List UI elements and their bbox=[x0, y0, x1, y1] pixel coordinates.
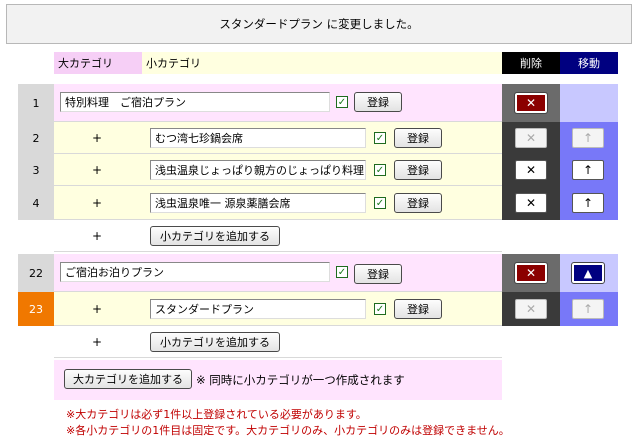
table-row: + スタンダードプラン ✓ 登録 bbox=[54, 292, 502, 326]
add-large-row: 大カテゴリを追加する ※ 同時に小カテゴリが一つ作成されます bbox=[54, 360, 502, 400]
large-category-name-input[interactable]: ご宿泊お泊りプラン bbox=[60, 262, 330, 282]
delete-cell: ✕ bbox=[502, 186, 560, 220]
row-number: 4 bbox=[18, 186, 54, 220]
table-row: ご宿泊お泊りプラン ✓ 登録 bbox=[54, 254, 502, 292]
header-move: 移動 bbox=[560, 52, 618, 74]
small-category-name-input[interactable]: 浅虫温泉唯一 源泉薬膳会席 bbox=[150, 193, 366, 213]
table-row: 特別料理 ご宿泊プラン ✓ 登録 bbox=[54, 84, 502, 122]
register-button[interactable]: 登録 bbox=[394, 160, 442, 180]
row-number: 2 bbox=[18, 122, 54, 154]
row-number: 1 bbox=[18, 84, 54, 122]
plus-sign: + bbox=[91, 163, 103, 177]
display-checkbox[interactable]: ✓ bbox=[374, 164, 386, 176]
plus-sign: + bbox=[91, 196, 103, 210]
small-category-name-input[interactable]: スタンダードプラン bbox=[150, 299, 366, 319]
move-cell: ▲ bbox=[560, 254, 618, 292]
row-number: 23 bbox=[18, 292, 54, 326]
plus-sign: + bbox=[91, 302, 103, 316]
footer-note: ※大カテゴリは必ず1件以上登録されている必要があります。 bbox=[66, 408, 367, 421]
status-message: スタンダードプラン に変更しました。 bbox=[6, 4, 632, 44]
delete-icon: ✕ bbox=[515, 128, 547, 148]
table-row: + むつ湾七珍鍋会席 ✓ 登録 bbox=[54, 122, 502, 154]
move-cell: ↑ bbox=[560, 292, 618, 326]
delete-icon: ✕ bbox=[515, 299, 547, 319]
delete-cell: ✕ bbox=[502, 154, 560, 186]
display-checkbox[interactable]: ✓ bbox=[336, 266, 348, 278]
add-small-category-button[interactable]: 小カテゴリを追加する bbox=[150, 226, 280, 246]
register-button[interactable]: 登録 bbox=[394, 128, 442, 148]
move-up-triangle-icon[interactable]: ▲ bbox=[571, 262, 605, 284]
display-checkbox[interactable]: ✓ bbox=[336, 96, 348, 108]
row-number: 3 bbox=[18, 154, 54, 186]
register-button[interactable]: 登録 bbox=[394, 299, 442, 319]
display-checkbox[interactable]: ✓ bbox=[374, 303, 386, 315]
register-button[interactable]: 登録 bbox=[394, 193, 442, 213]
plus-sign: + bbox=[91, 335, 103, 349]
delete-icon[interactable]: ✕ bbox=[514, 262, 548, 284]
row-number: 22 bbox=[18, 254, 54, 292]
up-arrow-icon[interactable]: ↑ bbox=[572, 160, 604, 180]
delete-icon[interactable]: ✕ bbox=[515, 160, 547, 180]
small-category-name-input[interactable]: むつ湾七珍鍋会席 bbox=[150, 128, 366, 148]
display-checkbox[interactable]: ✓ bbox=[374, 197, 386, 209]
header-large-category: 大カテゴリ bbox=[54, 52, 142, 74]
plus-sign: + bbox=[91, 229, 103, 243]
move-cell bbox=[560, 84, 618, 122]
move-cell: ↑ bbox=[560, 122, 618, 154]
table-row: + 小カテゴリを追加する bbox=[54, 220, 502, 252]
table-row: + 浅虫温泉じょっぱり親方のじょっぱり料理 ✓ 登録 bbox=[54, 154, 502, 186]
footer-note: ※各小カテゴリの1件目は固定です。大カテゴリのみ、小カテゴリのみは登録できません… bbox=[66, 424, 510, 437]
delete-cell: ✕ bbox=[502, 84, 560, 122]
add-large-category-button[interactable]: 大カテゴリを追加する bbox=[64, 369, 192, 389]
register-button[interactable]: 登録 bbox=[354, 264, 402, 284]
header-small-category: 小カテゴリ bbox=[142, 52, 502, 74]
table-row: + 小カテゴリを追加する bbox=[54, 326, 502, 358]
small-category-name-input[interactable]: 浅虫温泉じょっぱり親方のじょっぱり料理 bbox=[150, 160, 366, 180]
header-delete: 削除 bbox=[502, 52, 560, 74]
delete-cell: ✕ bbox=[502, 122, 560, 154]
delete-icon[interactable]: ✕ bbox=[514, 92, 548, 114]
register-button[interactable]: 登録 bbox=[354, 92, 402, 112]
up-arrow-icon: ↑ bbox=[572, 299, 604, 319]
delete-icon[interactable]: ✕ bbox=[515, 193, 547, 213]
delete-cell: ✕ bbox=[502, 254, 560, 292]
large-category-name-input[interactable]: 特別料理 ご宿泊プラン bbox=[60, 92, 330, 112]
move-cell: ↑ bbox=[560, 186, 618, 220]
plus-sign: + bbox=[91, 131, 103, 145]
add-small-category-button[interactable]: 小カテゴリを追加する bbox=[150, 332, 280, 352]
move-cell: ↑ bbox=[560, 154, 618, 186]
display-checkbox[interactable]: ✓ bbox=[374, 132, 386, 144]
up-arrow-icon[interactable]: ↑ bbox=[572, 193, 604, 213]
up-arrow-icon: ↑ bbox=[572, 128, 604, 148]
table-row: + 浅虫温泉唯一 源泉薬膳会席 ✓ 登録 bbox=[54, 186, 502, 220]
delete-cell: ✕ bbox=[502, 292, 560, 326]
add-large-note: ※ 同時に小カテゴリが一つ作成されます bbox=[196, 373, 405, 387]
